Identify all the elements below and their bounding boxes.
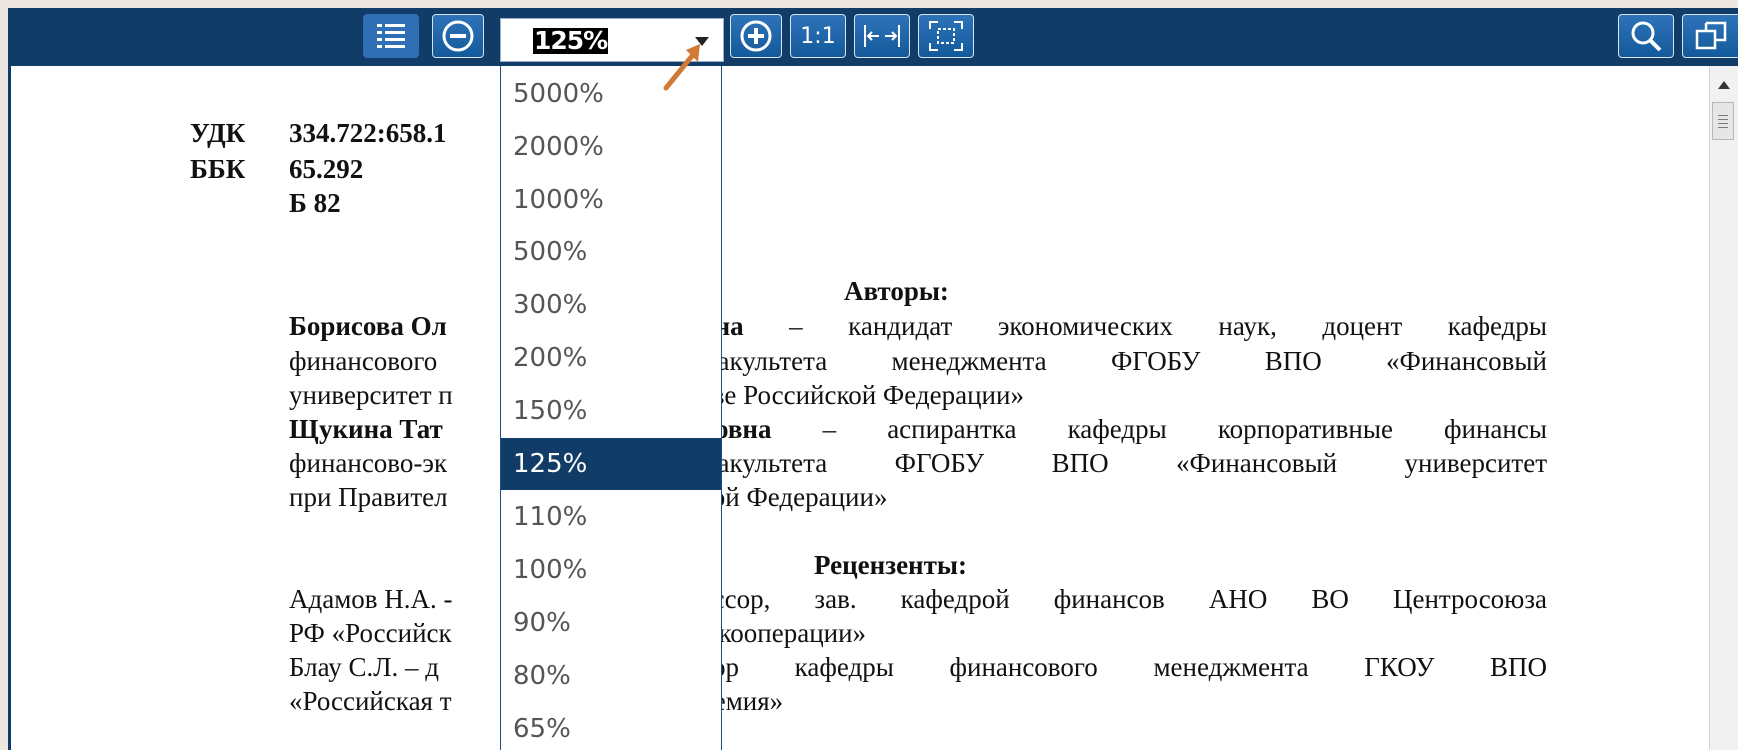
- zoom-value[interactable]: 125%: [533, 28, 608, 54]
- author2-line3-right: кой Федерации»: [700, 482, 888, 512]
- fit-page-icon: [929, 21, 963, 51]
- viewer-frame: 125% 1:1 УДК 334.722:658.1 ББК 65.292 Б …: [8, 8, 1738, 750]
- toolbar: 125% 1:1: [8, 8, 1738, 66]
- popout-button[interactable]: [1682, 14, 1738, 58]
- rev2-left: Блау С.Л. – д: [289, 652, 440, 682]
- zoom-option-80[interactable]: 80%: [501, 650, 721, 702]
- zoom-option-1000[interactable]: 1000%: [501, 174, 721, 226]
- fit-width-button[interactable]: [854, 14, 910, 58]
- grip-line: [1718, 123, 1728, 124]
- actual-size-button[interactable]: 1:1: [790, 14, 846, 58]
- rev2-right: сор кафедры финансового менеджмента ГКОУ…: [700, 652, 1547, 682]
- fit-width-icon: [864, 25, 900, 47]
- zoom-option-125[interactable]: 125%: [501, 438, 721, 490]
- arrow-pointer-icon: [663, 44, 700, 91]
- toc-button[interactable]: [363, 14, 419, 58]
- document-page: УДК 334.722:658.1 ББК 65.292 Б 82 Авторы…: [8, 66, 1708, 750]
- grip-line: [1718, 127, 1728, 128]
- zoom-out-button[interactable]: [432, 14, 484, 58]
- search-icon: [1631, 21, 1662, 52]
- author1-name: Борисова Ол: [289, 311, 447, 341]
- author1-line2-right: факультета менеджмента ФГОБУ ВПО «Финанс…: [700, 346, 1547, 376]
- author1-line2-left: финансового: [289, 346, 438, 376]
- reviewers-heading: Рецензенты:: [814, 550, 967, 580]
- scroll-thumb[interactable]: [1712, 102, 1734, 140]
- zoom-option-110[interactable]: 110%: [501, 491, 721, 543]
- author2-line2-right: факультета ФГОБУ ВПО «Финансовый универс…: [700, 448, 1547, 478]
- author2-line2-left: финансово-эк: [289, 448, 448, 478]
- rev1-right: ессор, зав. кафедрой финансов АНО ВО Цен…: [700, 584, 1547, 614]
- vertical-scrollbar[interactable]: [1709, 66, 1738, 750]
- author1-line3-right: тве Российской Федерации»: [700, 380, 1024, 410]
- udk-value: 334.722:658.1: [289, 118, 447, 148]
- zoom-out-icon: [442, 20, 474, 52]
- author2-desc: – аспирантка кафедры корпоративные финан…: [822, 414, 1547, 444]
- author1-text: вна – кандидат экономических наук, доцен…: [700, 311, 1547, 342]
- zoom-in-button[interactable]: [730, 14, 782, 58]
- zoom-option-2000[interactable]: 2000%: [501, 121, 721, 173]
- author2-name: Щукина Тат: [289, 414, 443, 444]
- bbk-label: ББК: [190, 154, 246, 184]
- rev2-line2-left: «Российская т: [289, 686, 452, 716]
- zoom-option-300[interactable]: 300%: [501, 279, 721, 331]
- zoom-option-500[interactable]: 500%: [501, 226, 721, 278]
- popout-icon: [1695, 21, 1726, 50]
- udk-label: УДК: [190, 118, 246, 148]
- rev1-line2-right: т кооперации»: [700, 618, 867, 648]
- zoom-option-65[interactable]: 65%: [501, 703, 721, 750]
- scroll-up-button[interactable]: [1713, 72, 1735, 98]
- zoom-in-icon: [740, 20, 772, 52]
- bbk-value: 65.292: [289, 154, 364, 184]
- zoom-dropdown[interactable]: 5000% 2000% 1000% 500% 300% 200% 150% 12…: [500, 66, 722, 750]
- author2-text: ровна – аспирантка кафедры корпоративные…: [700, 414, 1547, 445]
- author2-line3-left: при Правител: [289, 482, 448, 512]
- list-icon: [377, 24, 405, 48]
- authors-heading: Авторы:: [844, 276, 949, 306]
- zoom-option-150[interactable]: 150%: [501, 385, 721, 437]
- grip-line: [1718, 115, 1728, 116]
- zoom-option-200[interactable]: 200%: [501, 332, 721, 384]
- arrow-up-icon: [1718, 81, 1730, 89]
- rev1-left: Адамов Н.А. -: [289, 584, 453, 614]
- zoom-option-90[interactable]: 90%: [501, 597, 721, 649]
- grip-line: [1718, 119, 1728, 120]
- code-value: Б 82: [289, 188, 341, 218]
- zoom-option-100[interactable]: 100%: [501, 544, 721, 596]
- rev1-line2-left: РФ «Российск: [289, 618, 452, 648]
- fit-page-button[interactable]: [918, 14, 974, 58]
- author1-desc: – кандидат экономических наук, доцент ка…: [789, 311, 1547, 341]
- actual-size-label: 1:1: [800, 23, 836, 49]
- author1-line3-left: университет п: [289, 380, 453, 410]
- search-button[interactable]: [1618, 14, 1674, 58]
